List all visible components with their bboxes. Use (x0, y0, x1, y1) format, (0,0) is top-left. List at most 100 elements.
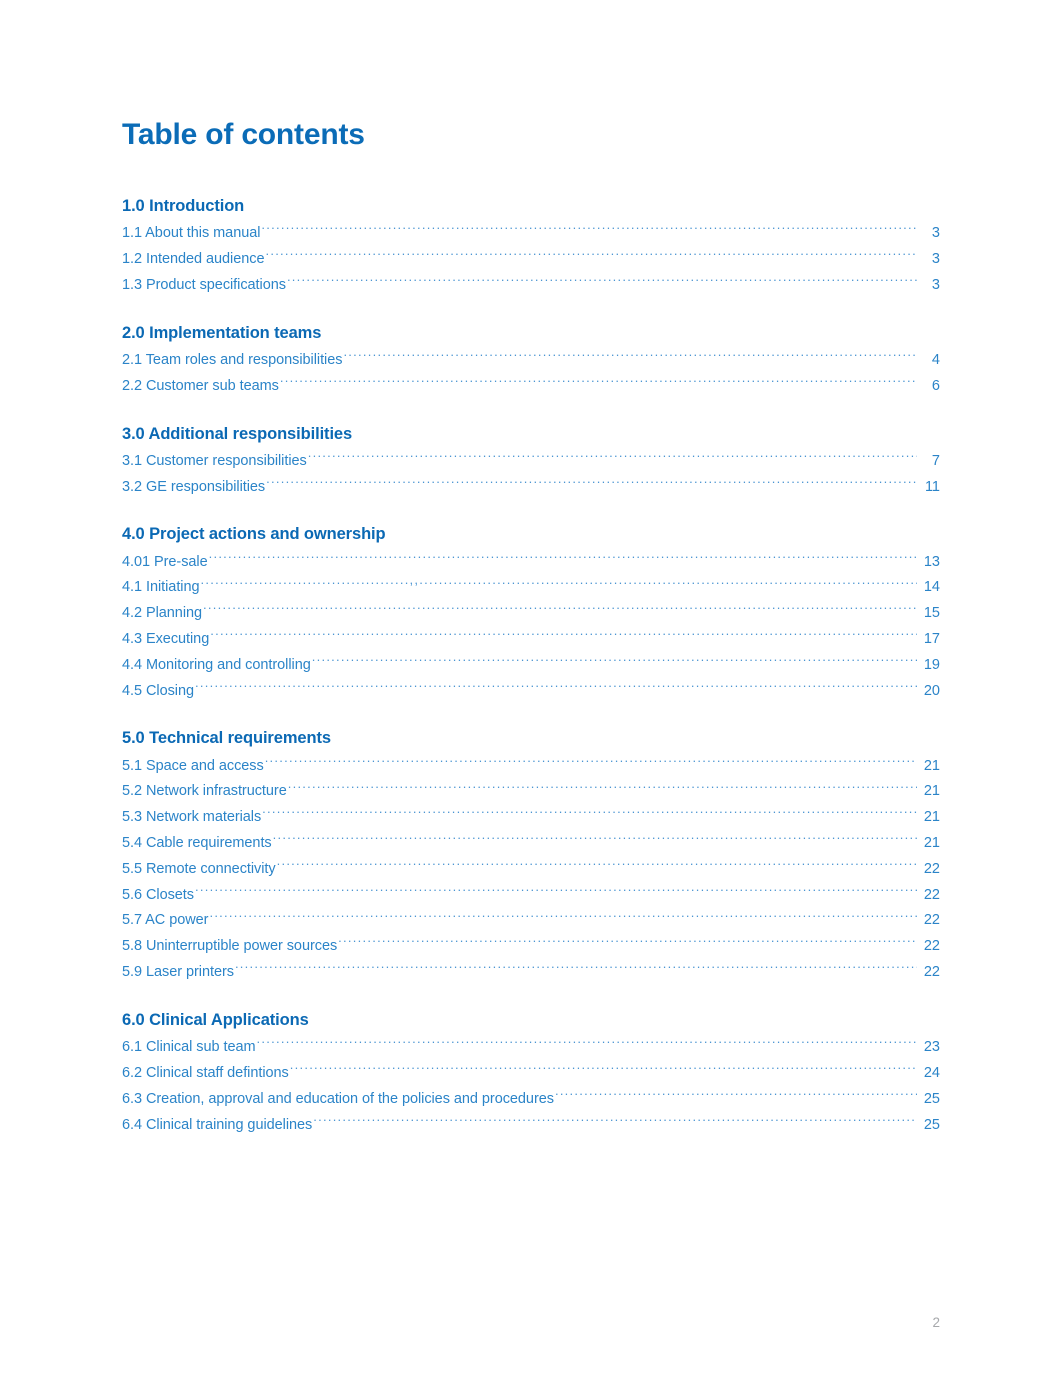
toc-entry-label: 4.5 Closing (122, 682, 194, 699)
toc-entry-page-number: 7 (931, 452, 940, 469)
toc-entry[interactable]: 5.9 Laser printers 22 (122, 960, 940, 986)
toc-entry-dot-leader (195, 680, 917, 695)
toc-entry-dot-leader (209, 551, 917, 566)
toc-entry[interactable]: 1.3 Product specifications 3 (122, 273, 940, 299)
toc-entry-label: 4.2 Planning (122, 605, 203, 622)
toc-entry-dot-leader (313, 1114, 917, 1129)
toc-section: 4.0 Project actions and ownership 4.01 Pr… (122, 523, 940, 704)
toc-entry[interactable]: 5.1 Space and access 21 (122, 754, 940, 780)
toc-entry-label: 6.4 Clinical training guidelines (122, 1116, 313, 1133)
toc-entry[interactable]: 4.5 Closing 20 (122, 679, 940, 705)
toc-entry-page-number: 15 (923, 605, 940, 622)
toc-entry-page-number: 22 (923, 886, 940, 903)
toc-entry[interactable]: 2.1 Team roles and responsibilities 4 (122, 348, 940, 374)
toc-section: 2.0 Implementation teams 2.1 Team roles a… (122, 322, 940, 400)
toc-section: 3.0 Additional responsibilities 3.1 Custo… (122, 423, 940, 501)
toc-entry[interactable]: 4.1 Initiating 14 (122, 575, 940, 601)
toc-entry[interactable]: 5.3 Network materials 21 (122, 805, 940, 831)
toc-entry-page-number: 22 (923, 964, 940, 981)
toc-entry-page-number: 3 (931, 225, 940, 242)
toc-entry[interactable]: 2.2 Customer sub teams 6 (122, 374, 940, 400)
toc-entry-page-number: 19 (923, 656, 940, 673)
toc-entry-dot-leader (266, 476, 917, 491)
toc-entry-page-number: 25 (923, 1090, 940, 1107)
toc-entry[interactable]: 5.8 Uninterruptible power sources 22 (122, 934, 940, 960)
toc-entry-dot-leader (210, 629, 917, 644)
footer-page-number: 2 (932, 1315, 940, 1330)
toc-entry-label: 5.6 Closets (122, 886, 194, 903)
toc-entry-page-number: 22 (923, 912, 940, 929)
toc-entry-page-number: 6 (931, 377, 940, 394)
toc-entry-label: 3.1 Customer responsibilities (122, 452, 307, 469)
toc-entry-label: 1.2 Intended audience (122, 251, 265, 268)
table-of-contents: Table of contents 1.0 Introduction 1.1 Ab… (122, 118, 940, 1161)
toc-entry-dot-leader (312, 654, 917, 669)
toc-entry-label: 5.2 Network infrastructure (122, 783, 287, 800)
toc-sections: 1.0 Introduction1.1 About this manual31.… (122, 195, 940, 1138)
toc-entry-dot-leader (280, 375, 917, 390)
toc-entry[interactable]: 3.2 GE responsibilities 11 (122, 475, 940, 501)
toc-entry-label: 6.3 Creation, approval and education of … (122, 1090, 554, 1107)
toc-entry[interactable]: 4.4 Monitoring and controlling 19 (122, 653, 940, 679)
toc-entry-page-number: 17 (923, 631, 940, 648)
toc-entry-dot-leader (265, 249, 917, 264)
toc-entry-page-number: 3 (931, 276, 940, 293)
toc-entry[interactable]: 5.7 AC power 22 (122, 908, 940, 934)
toc-entry-label: 3.2 GE responsibilities (122, 478, 266, 495)
toc-entry-page-number: 21 (923, 835, 940, 852)
toc-section-heading[interactable]: 4.0 Project actions and ownership (122, 523, 940, 545)
toc-entry[interactable]: 4.01 Pre-sale 13 (122, 550, 940, 576)
toc-section: 5.0 Technical requirements 5.1 Space and … (122, 727, 940, 985)
toc-entry-label: 5.8 Uninterruptible power sources (122, 938, 338, 955)
toc-entry-page-number: 21 (923, 783, 940, 800)
toc-entry-dot-leader (290, 1062, 917, 1077)
toc-entry-page-number: 4 (931, 351, 940, 368)
toc-section-heading[interactable]: 1.0 Introduction (122, 195, 940, 217)
toc-entry-dot-leader (287, 274, 917, 289)
toc-entry-page-number: 3 (931, 251, 940, 268)
toc-entry-dot-leader (262, 807, 917, 822)
toc-entry-dot-leader (338, 936, 917, 951)
toc-entry-label: 2.2 Customer sub teams (122, 377, 279, 394)
toc-entry-dot-leader (195, 884, 917, 899)
toc-entry-label: 5.7 AC power (122, 912, 209, 929)
toc-entry[interactable]: 5.6 Closets 22 (122, 883, 940, 909)
toc-entry-page-number: 24 (923, 1064, 940, 1081)
toc-entry-page-number: 22 (923, 938, 940, 955)
toc-entry-label: 5.3 Network materials (122, 809, 262, 826)
toc-entry-dot-leader (343, 349, 917, 364)
toc-entry[interactable]: 4.2 Planning 15 (122, 601, 940, 627)
toc-entry-dot-leader (288, 781, 917, 796)
toc-entry-label: 6.2 Clinical staff defintions (122, 1064, 289, 1081)
toc-entry-label: 1.1 About this manual (122, 225, 261, 242)
toc-entry-page-number: 21 (923, 809, 940, 826)
toc-entry[interactable]: 1.2 Intended audience 3 (122, 247, 940, 273)
toc-entry[interactable]: 6.4 Clinical training guidelines 25 (122, 1113, 940, 1139)
toc-entry-page-number: 22 (923, 860, 940, 877)
toc-entry-label: 4.4 Monitoring and controlling (122, 656, 311, 673)
toc-entry-page-number: 14 (923, 579, 940, 596)
toc-section-heading[interactable]: 3.0 Additional responsibilities (122, 423, 940, 445)
toc-entry[interactable]: 6.2 Clinical staff defintions 24 (122, 1061, 940, 1087)
toc-entry[interactable]: 6.3 Creation, approval and education of … (122, 1087, 940, 1113)
toc-entry[interactable]: 4.3 Executing 17 (122, 627, 940, 653)
toc-entry[interactable]: 6.1 Clinical sub team 23 (122, 1035, 940, 1061)
toc-section: 6.0 Clinical Applications 6.1 Clinical su… (122, 1009, 940, 1138)
toc-entry[interactable]: 3.1 Customer responsibilities 7 (122, 449, 940, 475)
toc-section: 1.0 Introduction1.1 About this manual31.… (122, 195, 940, 299)
toc-section-heading[interactable]: 6.0 Clinical Applications (122, 1009, 940, 1031)
toc-entry-label: 5.1 Space and access (122, 757, 264, 774)
toc-entry-page-number: 13 (923, 553, 940, 570)
toc-entry[interactable]: 5.2 Network infrastructure 21 (122, 779, 940, 805)
toc-entry[interactable]: 1.1 About this manual 3 (122, 221, 940, 247)
toc-entry-dot-leader (277, 858, 917, 873)
toc-entry[interactable]: 5.5 Remote connectivity 22 (122, 857, 940, 883)
document-page: Table of contents 1.0 Introduction 1.1 Ab… (0, 0, 1062, 1376)
toc-entry[interactable]: 5.4 Cable requirements 21 (122, 831, 940, 857)
toc-entry-label: 1.3 Product specifications (122, 276, 286, 293)
page-title: Table of contents (122, 118, 365, 151)
toc-section-heading[interactable]: 5.0 Technical requirements (122, 727, 940, 749)
toc-entry-label: 4.1 Initiating (122, 579, 200, 596)
toc-section-heading[interactable]: 2.0 Implementation teams (122, 322, 940, 344)
toc-entry-dot-leader (265, 755, 917, 770)
